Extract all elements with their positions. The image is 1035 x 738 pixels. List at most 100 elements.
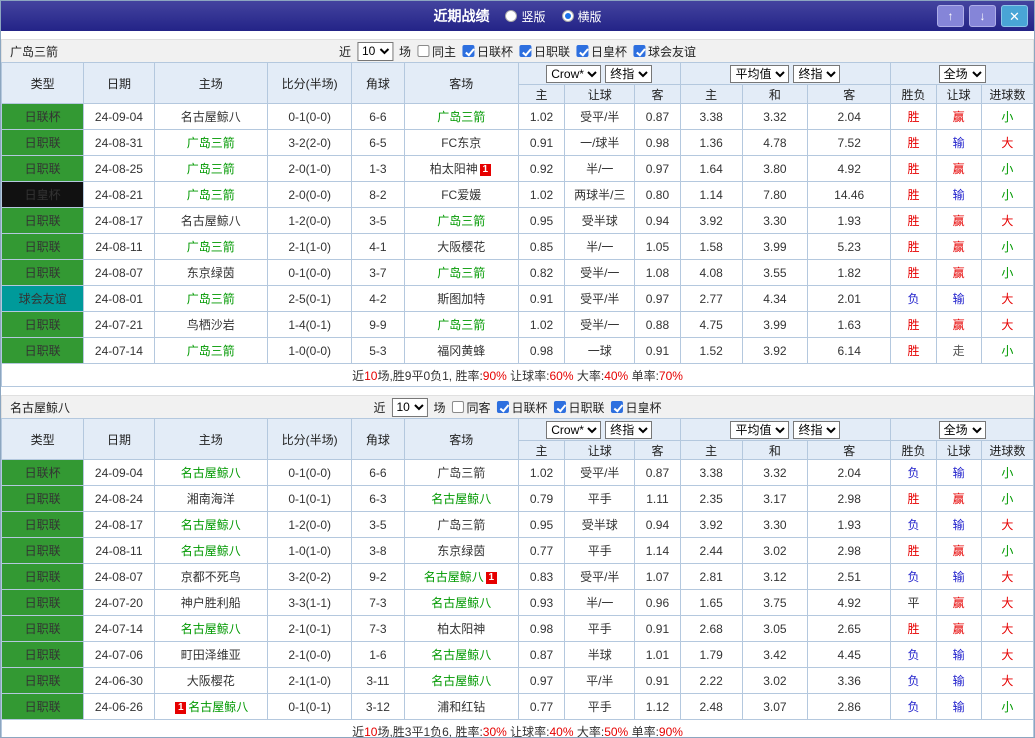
checkbox-icon[interactable] [496, 401, 509, 413]
avg-select[interactable]: 平均值 [730, 420, 790, 439]
score-cell: 2-1(0-1) [266, 615, 353, 642]
handicap-odds-home: 0.87 [517, 641, 566, 668]
handicap-odds-home: 0.95 [517, 207, 566, 234]
handicap-odds-away: 1.01 [634, 641, 681, 668]
checkbox-icon[interactable] [416, 45, 429, 57]
results-table: 类型 日期 主场 比分(半场) 角球 客场 Crow* 终指 平均值 终指 全场主让球客主和客胜负让… [1, 418, 1034, 737]
bookmaker-select[interactable]: Crow* [546, 64, 602, 83]
result-goals: 大 [980, 589, 1034, 616]
same-venue-label: 同客 [466, 400, 491, 415]
match-row: 日职联 24-07-20 神户胜利船 3-3(1-1) 7-3 名古屋鲸八 0.93 半/一 0… [1, 589, 1034, 616]
away-team-cell: 名古屋鲸八 [403, 667, 519, 694]
team-name-text: 广岛三箭 [186, 240, 235, 254]
avg-odds-draw: 3.30 [741, 511, 809, 538]
match-row: 日职联 24-08-17 名古屋鲸八 1-2(0-0) 3-5 广岛三箭 0.95 受半球 0.… [1, 511, 1034, 538]
avg-stage-select[interactable]: 终指 [793, 420, 841, 439]
match-row: 日职联 24-07-14 广岛三箭 1-0(0-0) 5-3 福冈黄蜂 0.98 一球 0.91… [1, 337, 1034, 364]
checkbox-icon[interactable] [461, 45, 474, 57]
avg-odds-away: 6.14 [807, 337, 892, 364]
league-filter[interactable]: 日联杯 [496, 399, 548, 416]
summary-segment: 场,胜9平0负1, 胜率: [377, 368, 483, 383]
checkbox-icon[interactable] [576, 45, 589, 57]
scroll-down-button[interactable]: ↓ [969, 5, 996, 27]
column-header: 客场 [403, 62, 519, 104]
result-handicap: 赢 [935, 589, 982, 616]
avg-odds-draw: 3.55 [741, 259, 809, 286]
handicap-odds-home: 0.79 [517, 485, 566, 512]
scroll-up-button[interactable]: ↑ [937, 5, 964, 27]
same-venue-filter[interactable]: 同客 [451, 399, 491, 416]
score-cell: 3-2(0-2) [266, 563, 353, 590]
avg-odds-home: 1.64 [679, 155, 743, 182]
checkbox-icon[interactable] [519, 45, 532, 57]
avg-odds-draw: 3.75 [741, 589, 809, 616]
section-team-name: 名古屋鲸八 [10, 400, 71, 415]
league-filter[interactable]: 日皇杯 [576, 43, 627, 60]
avg-stage-select[interactable]: 终指 [793, 64, 841, 83]
home-team-cell: 广岛三箭 [153, 233, 269, 260]
recent-count-select[interactable]: 10 [391, 397, 428, 417]
handicap-odds-home: 0.95 [517, 511, 566, 538]
handicap-odds-away: 0.88 [634, 311, 681, 338]
league-filter[interactable]: 日职联 [519, 43, 570, 60]
score-cell: 1-2(0-0) [266, 207, 353, 234]
checkbox-icon[interactable] [553, 401, 566, 413]
avg-odds-home: 2.81 [679, 563, 743, 590]
result-goals: 小 [980, 181, 1034, 208]
result-wdl: 平 [890, 589, 937, 616]
column-header: 客场 [403, 418, 519, 460]
summary-segment: 40% [604, 368, 629, 383]
radio-selected-icon[interactable] [561, 10, 574, 22]
column-header: 类型 [1, 418, 85, 460]
team-name-text: 神户胜利船 [180, 596, 241, 610]
corner-cell: 4-2 [351, 285, 405, 312]
result-wdl: 负 [890, 667, 937, 694]
handicap-line: 平手 [564, 693, 636, 720]
result-wdl: 胜 [890, 129, 937, 156]
score-cell: 0-1(0-0) [266, 103, 353, 130]
league-type-cell: 日职联 [1, 537, 85, 564]
corner-cell: 6-3 [351, 485, 405, 512]
league-filter-label: 日联杯 [476, 44, 514, 59]
avg-odds-away: 1.63 [807, 311, 892, 338]
result-wdl: 胜 [890, 537, 937, 564]
layout-option-horizontal[interactable]: 横版 [561, 8, 602, 25]
league-filter[interactable]: 日皇杯 [610, 399, 662, 416]
result-goals: 大 [980, 285, 1034, 312]
league-type-cell: 球会友谊 [1, 285, 85, 312]
league-filter[interactable]: 日职联 [553, 399, 605, 416]
recent-count-select[interactable]: 10 [356, 41, 393, 61]
score-cell: 2-1(0-0) [266, 641, 353, 668]
scope-select[interactable]: 全场 [938, 420, 986, 439]
league-filter[interactable]: 球会友谊 [633, 43, 696, 60]
radio-unselected-icon[interactable] [505, 10, 518, 22]
team-name-text: 广岛三箭 [437, 266, 486, 280]
match-date: 24-08-07 [83, 259, 155, 286]
result-wdl: 负 [890, 511, 937, 538]
scope-select[interactable]: 全场 [938, 64, 986, 83]
match-date: 24-08-21 [83, 181, 155, 208]
match-date: 24-08-17 [83, 511, 155, 538]
handicap-line: 一球 [564, 337, 636, 364]
checkbox-icon[interactable] [633, 45, 646, 57]
same-venue-filter[interactable]: 同主 [416, 43, 456, 60]
result-wdl: 胜 [890, 311, 937, 338]
handicap-odds-away: 0.98 [634, 129, 681, 156]
handicap-line: 受半/一 [564, 259, 636, 286]
league-filter[interactable]: 日联杯 [461, 43, 514, 60]
checkbox-icon[interactable] [610, 401, 623, 413]
home-team-cell: 广岛三箭 [153, 181, 269, 208]
checkbox-icon[interactable] [451, 401, 464, 413]
away-team-cell: 名古屋鲸八 1 [403, 563, 519, 590]
bookmaker-stage-select[interactable]: 终指 [605, 420, 653, 439]
avg-odds-home: 3.92 [679, 207, 743, 234]
corner-cell: 1-6 [351, 641, 405, 668]
close-button[interactable]: ✕ [1001, 5, 1028, 27]
team-name-text: 名古屋鲸八 [423, 570, 484, 584]
layout-option-vertical[interactable]: 竖版 [505, 8, 546, 25]
bookmaker-select[interactable]: Crow* [546, 420, 602, 439]
handicap-odds-home: 0.77 [517, 537, 566, 564]
avg-select[interactable]: 平均值 [730, 64, 790, 83]
match-date: 24-08-11 [83, 537, 155, 564]
bookmaker-stage-select[interactable]: 终指 [605, 64, 653, 83]
